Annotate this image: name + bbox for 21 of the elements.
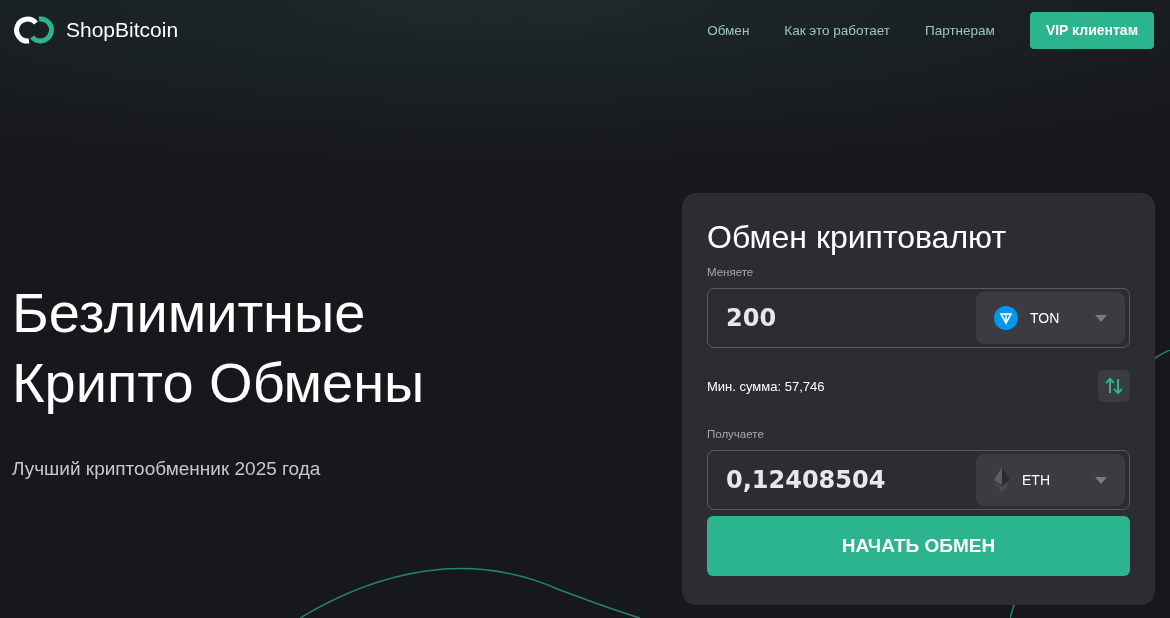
logo-icon	[12, 13, 56, 47]
field-label: Получаете	[707, 428, 765, 440]
card-title: Обмен криптовалют	[707, 219, 1008, 256]
nav-link[interactable]: Как это работает	[784, 22, 890, 38]
logo-text: ShopBitcoin	[66, 18, 179, 42]
hero-subtitle: Лучший криптообменник 2025 года	[12, 458, 322, 480]
currency-select[interactable]: TON	[976, 292, 1125, 344]
coin-icon	[994, 306, 1018, 330]
nav-link[interactable]: Обмен	[707, 22, 750, 38]
swap-icon	[1105, 377, 1123, 395]
min-amount: Мин. сумма: 57,746	[707, 378, 825, 394]
caret-icon	[1095, 314, 1107, 322]
currency-select[interactable]: ETH	[976, 454, 1125, 506]
caret-icon	[1095, 476, 1107, 484]
amount-field[interactable]: 0,12408504 ETH	[707, 450, 1130, 510]
swap-button[interactable]	[1098, 370, 1130, 402]
amount-field[interactable]: 200 TON	[707, 288, 1130, 348]
nav-link[interactable]: Партнерам	[925, 22, 995, 38]
field-label: Меняете	[707, 266, 755, 278]
diamond-icon	[994, 467, 1010, 493]
hero-title: Безлимитные Крипто Обмены	[12, 280, 426, 416]
